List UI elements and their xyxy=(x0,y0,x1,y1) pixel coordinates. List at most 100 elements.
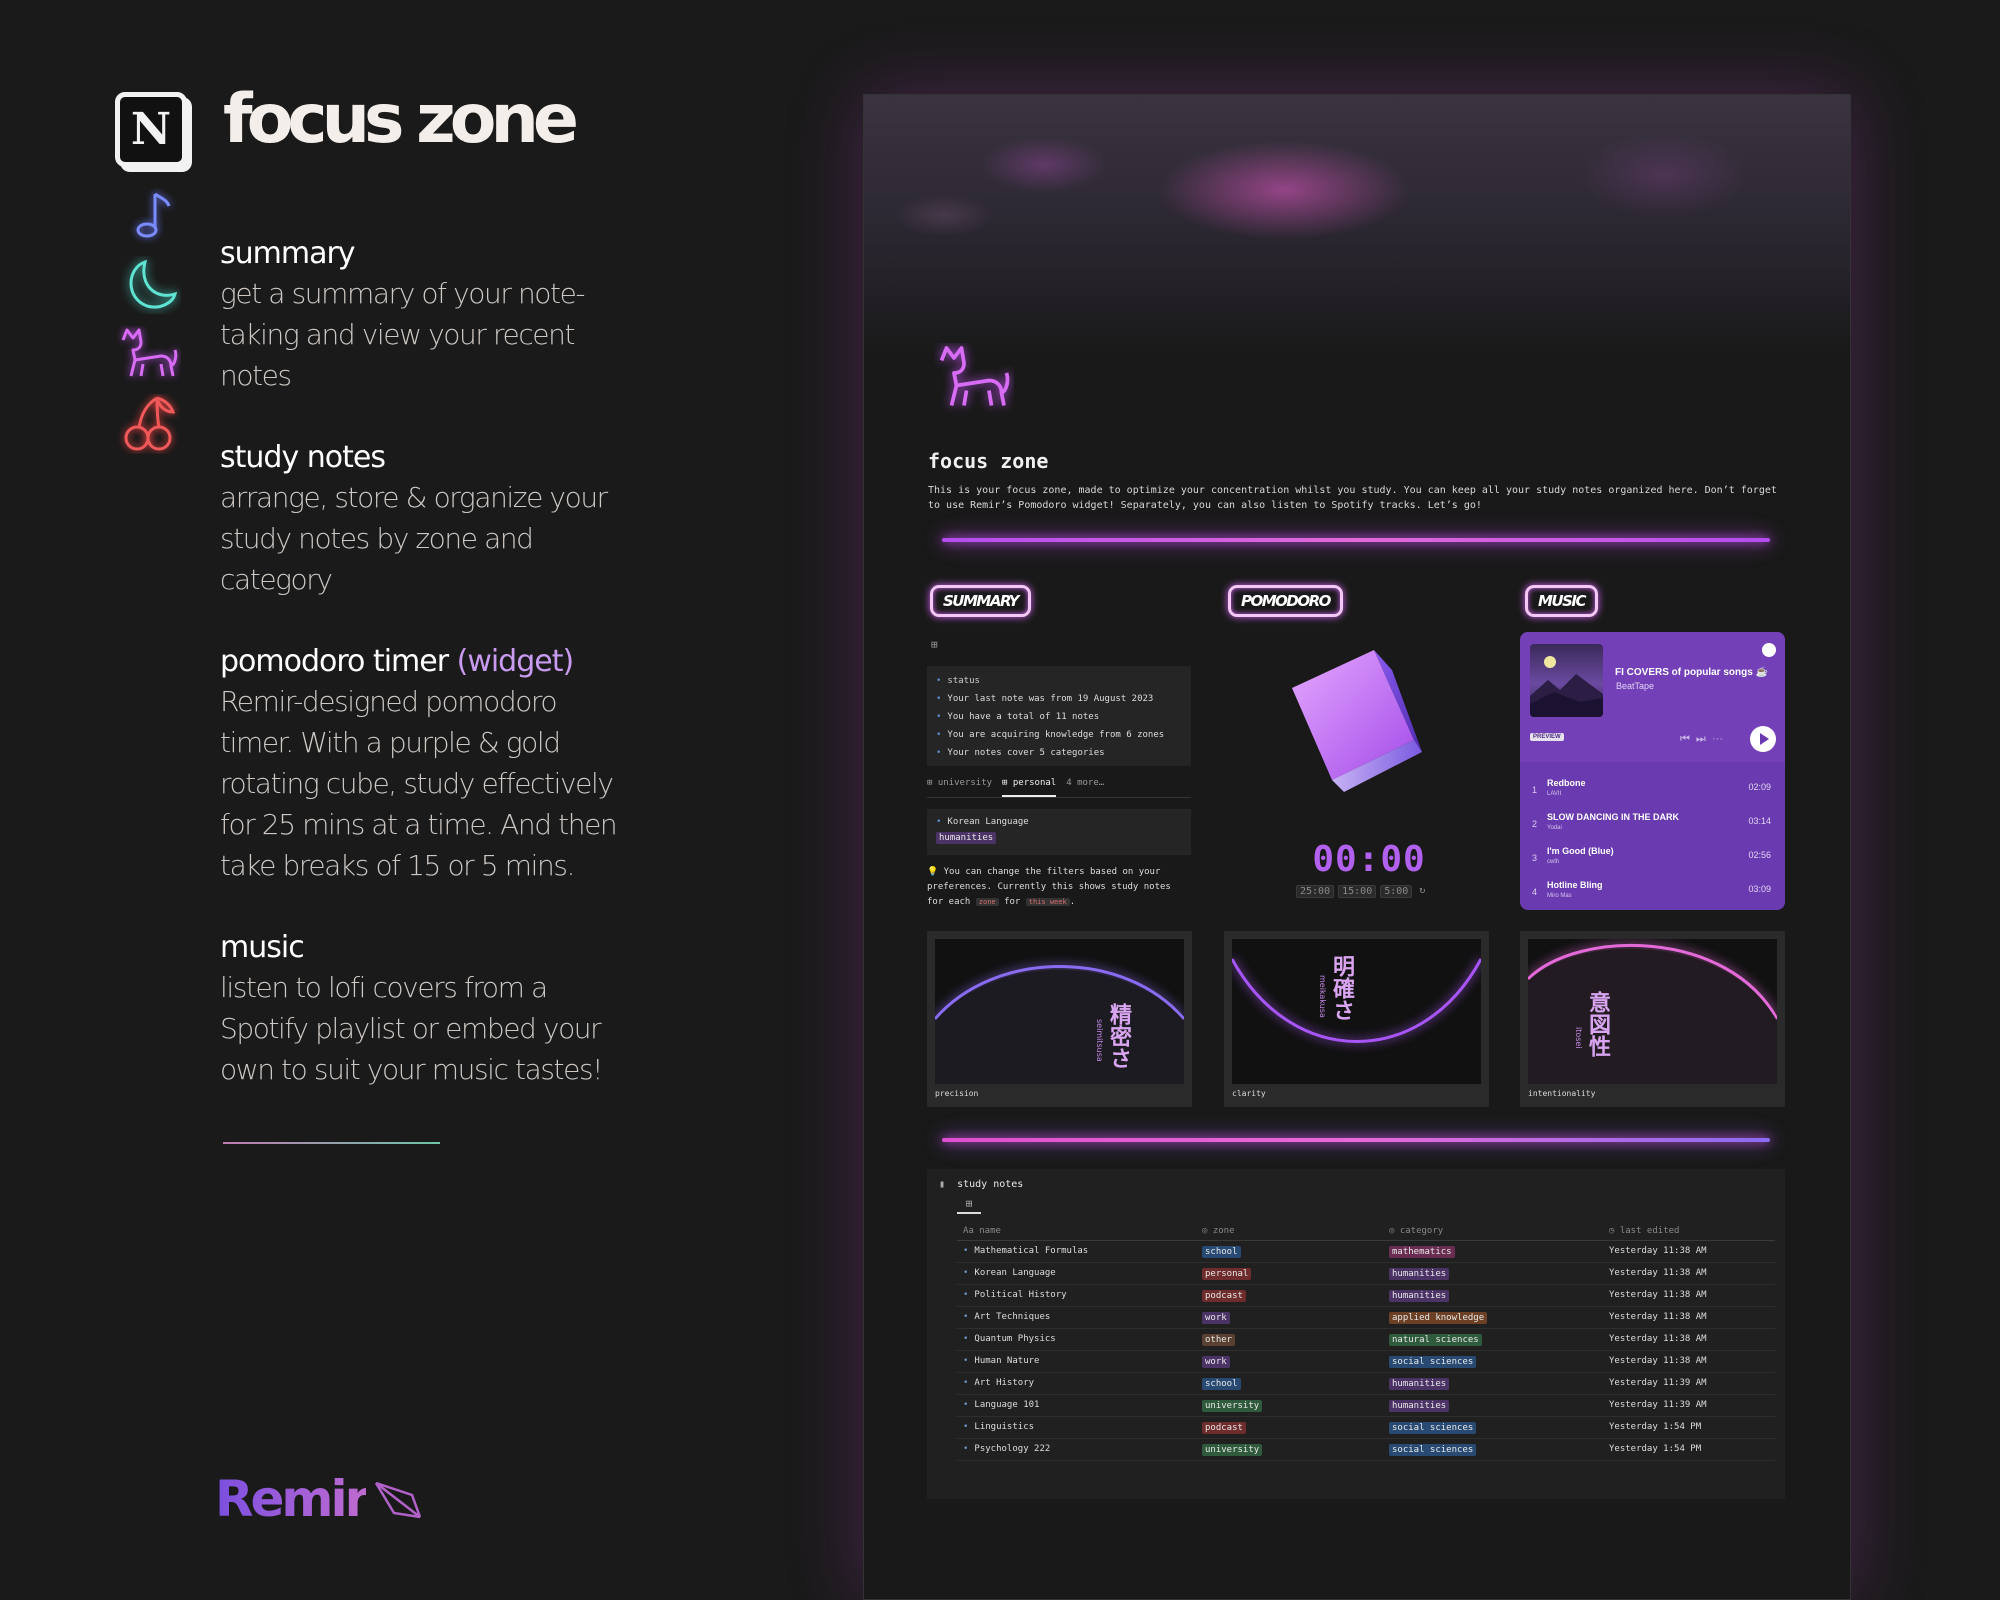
tab-personal[interactable]: ⊞ personal xyxy=(1002,778,1057,797)
table-row[interactable]: • Political History podcast humanities Yeste… xyxy=(957,1285,1775,1307)
feature-title: music xyxy=(220,930,305,965)
feature-desc: arrange, store & organize your study not… xyxy=(220,481,608,596)
bookmark-icon: ▮ xyxy=(939,1179,946,1190)
feature-title: pomodoro timer (widget) xyxy=(220,644,574,679)
column-last-edited[interactable]: ◷ last edited xyxy=(1609,1226,1679,1236)
notion-logo: N xyxy=(115,92,187,167)
status-title: • status xyxy=(936,676,980,686)
table-header: Aa name ◎ zone ◎ category ◷ last edited xyxy=(957,1223,1775,1241)
divider xyxy=(223,1142,440,1144)
hero-title: focus zone xyxy=(223,80,579,159)
table-row[interactable]: • Psychology 222 university social sciences… xyxy=(957,1439,1775,1461)
page-cover xyxy=(864,95,1850,355)
category-tag: humanities xyxy=(936,832,997,844)
gallery-card-intentionality[interactable]: 意図性 itosei intentionality xyxy=(1520,931,1785,1107)
status-item: • You are acquiring knowledge from 6 zone… xyxy=(936,730,1165,740)
feature-title: study notes xyxy=(220,440,386,475)
table-row[interactable]: • Quantum Physics other natural sciences Yes… xyxy=(957,1329,1775,1351)
lightbulb-icon: 💡 xyxy=(927,867,939,877)
table-view-tab[interactable]: ⊞ xyxy=(957,1197,981,1214)
neon-divider xyxy=(942,1138,1770,1142)
feature-desc: get a summary of your note-taking and vi… xyxy=(220,277,586,392)
card-image: 明確さ meikakusa xyxy=(1232,939,1481,1084)
column-zone[interactable]: ◎ zone xyxy=(1202,1226,1235,1236)
preset-5-button[interactable]: 5:00 xyxy=(1380,885,1413,898)
playlist-title[interactable]: FI COVERS of popular songs ☕ xyxy=(1615,667,1768,678)
note-title: • Korean Language xyxy=(936,817,1029,827)
brand-logo: Remir xyxy=(215,1470,424,1528)
database-title[interactable]: ▮ study notes xyxy=(939,1179,1023,1190)
cherry-icon xyxy=(124,396,176,451)
table-row[interactable]: • Human Nature work social sciences Yesterda… xyxy=(957,1351,1775,1373)
page-title[interactable]: focus zone xyxy=(928,449,1048,473)
pomodoro-label: POMODORO xyxy=(1228,585,1343,617)
feature-desc: listen to lofi covers from a Spotify pla… xyxy=(220,971,603,1086)
playback-controls: ⏮⏭⋯ xyxy=(1680,733,1729,746)
feature-study-notes: study notes arrange, store & organize yo… xyxy=(220,440,640,600)
card-image: 精密さ seimitsusa xyxy=(935,939,1184,1084)
view-tabs: ⊞ university ⊞ personal 4 more… xyxy=(927,778,1191,798)
page-description: This is your focus zone, made to optimiz… xyxy=(928,485,1777,511)
preview-badge: PREVIEW xyxy=(1530,733,1564,741)
preset-25-button[interactable]: 25:00 xyxy=(1296,885,1335,898)
music-note-icon xyxy=(136,192,171,238)
track-list: 1 Redbone LAVII 02:09 2 SLOW DANCING IN THE … xyxy=(1520,770,1785,906)
previous-icon[interactable]: ⏮ xyxy=(1680,733,1696,745)
rotating-cube-icon xyxy=(1292,650,1422,792)
tab-university[interactable]: ⊞ university xyxy=(927,778,992,797)
neon-divider xyxy=(942,538,1770,542)
column-name[interactable]: Aa name xyxy=(963,1226,1001,1236)
table-row[interactable]: • Linguistics podcast social sciences Yester… xyxy=(957,1417,1775,1439)
table-row[interactable]: • Art History school humanities Yesterday 11… xyxy=(957,1373,1775,1395)
next-icon[interactable]: ⏭ xyxy=(1696,733,1712,745)
track-row[interactable]: 3 I'm Good (Blue) cwlh 02:56 xyxy=(1520,838,1785,872)
paper-plane-icon xyxy=(375,1481,422,1519)
table-row[interactable]: • Mathematical Formulas school mathematics Y… xyxy=(957,1241,1775,1263)
tab-more[interactable]: 4 more… xyxy=(1066,778,1104,797)
study-notes-database: ▮ study notes ⊞ Aa name ◎ zone ◎ categor… xyxy=(927,1169,1785,1499)
track-row[interactable]: 1 Redbone LAVII 02:09 xyxy=(1520,770,1785,804)
card-caption: precision xyxy=(935,1089,979,1098)
playlist-cover xyxy=(1530,644,1603,717)
neon-icon-column xyxy=(117,188,181,466)
play-button[interactable] xyxy=(1750,726,1776,752)
preset-15-button[interactable]: 15:00 xyxy=(1338,885,1377,898)
status-item: • Your notes cover 5 categories xyxy=(936,748,1105,758)
note-card[interactable]: • Korean Language humanities xyxy=(927,809,1191,855)
summary-label: SUMMARY xyxy=(930,585,1031,617)
music-label: MUSIC xyxy=(1525,585,1598,617)
feature-pomodoro: pomodoro timer (widget) Remir-designed p… xyxy=(220,644,620,886)
notes-table: Aa name ◎ zone ◎ category ◷ last edited … xyxy=(957,1223,1775,1461)
pomodoro-timer[interactable]: 00:00 xyxy=(1304,839,1434,880)
card-caption: clarity xyxy=(1232,1089,1266,1098)
gallery-card-precision[interactable]: 精密さ seimitsusa precision xyxy=(927,931,1192,1107)
table-row[interactable]: • Korean Language personal humanities Yester… xyxy=(957,1263,1775,1285)
feature-desc: Remir-designed pomodoro timer. With a pu… xyxy=(220,685,618,882)
card-image: 意図性 itosei xyxy=(1528,939,1777,1084)
spotify-logo-icon[interactable] xyxy=(1762,643,1776,657)
notion-page: focus zone This is your focus zone, made… xyxy=(863,94,1851,1600)
card-caption: intentionality xyxy=(1528,1089,1596,1098)
reset-icon[interactable]: ↻ xyxy=(1416,885,1428,898)
track-row[interactable]: 4 Hotline Bling Miro Mas 03:09 xyxy=(1520,872,1785,906)
feature-title: summary xyxy=(220,236,356,271)
feature-music: music listen to lofi covers from a Spoti… xyxy=(220,930,620,1090)
spotify-embed[interactable]: FI COVERS of popular songs ☕ BeatTape PR… xyxy=(1520,632,1785,910)
table-row[interactable]: • Art Techniques work applied knowledge Yest… xyxy=(957,1307,1775,1329)
more-icon[interactable]: ⋯ xyxy=(1712,733,1729,745)
gallery-card-clarity[interactable]: 明確さ meikakusa clarity xyxy=(1224,931,1489,1107)
timer-presets: 25:00 15:00 5:00 ↻ xyxy=(1296,885,1428,898)
gallery-view-icon[interactable]: ⊞ xyxy=(931,638,938,651)
table-row[interactable]: • Language 101 university humanities Yesterd… xyxy=(957,1395,1775,1417)
tip-callout: 💡 You can change the filters based on yo… xyxy=(927,867,1171,907)
playlist-artist[interactable]: BeatTape xyxy=(1616,681,1654,691)
status-item: • You have a total of 11 notes xyxy=(936,712,1100,722)
feature-summary: summary get a summary of your note-takin… xyxy=(220,236,640,396)
moon-icon xyxy=(129,259,178,309)
column-category[interactable]: ◎ category xyxy=(1389,1226,1443,1236)
cat-icon xyxy=(939,346,1010,406)
status-card[interactable]: • status • Your last note was from 19 Augu… xyxy=(927,666,1191,766)
track-row[interactable]: 2 SLOW DANCING IN THE DARK Yodai 03:14 xyxy=(1520,804,1785,838)
status-item: • Your last note was from 19 August 2023 xyxy=(936,694,1154,704)
cat-icon xyxy=(121,328,178,377)
